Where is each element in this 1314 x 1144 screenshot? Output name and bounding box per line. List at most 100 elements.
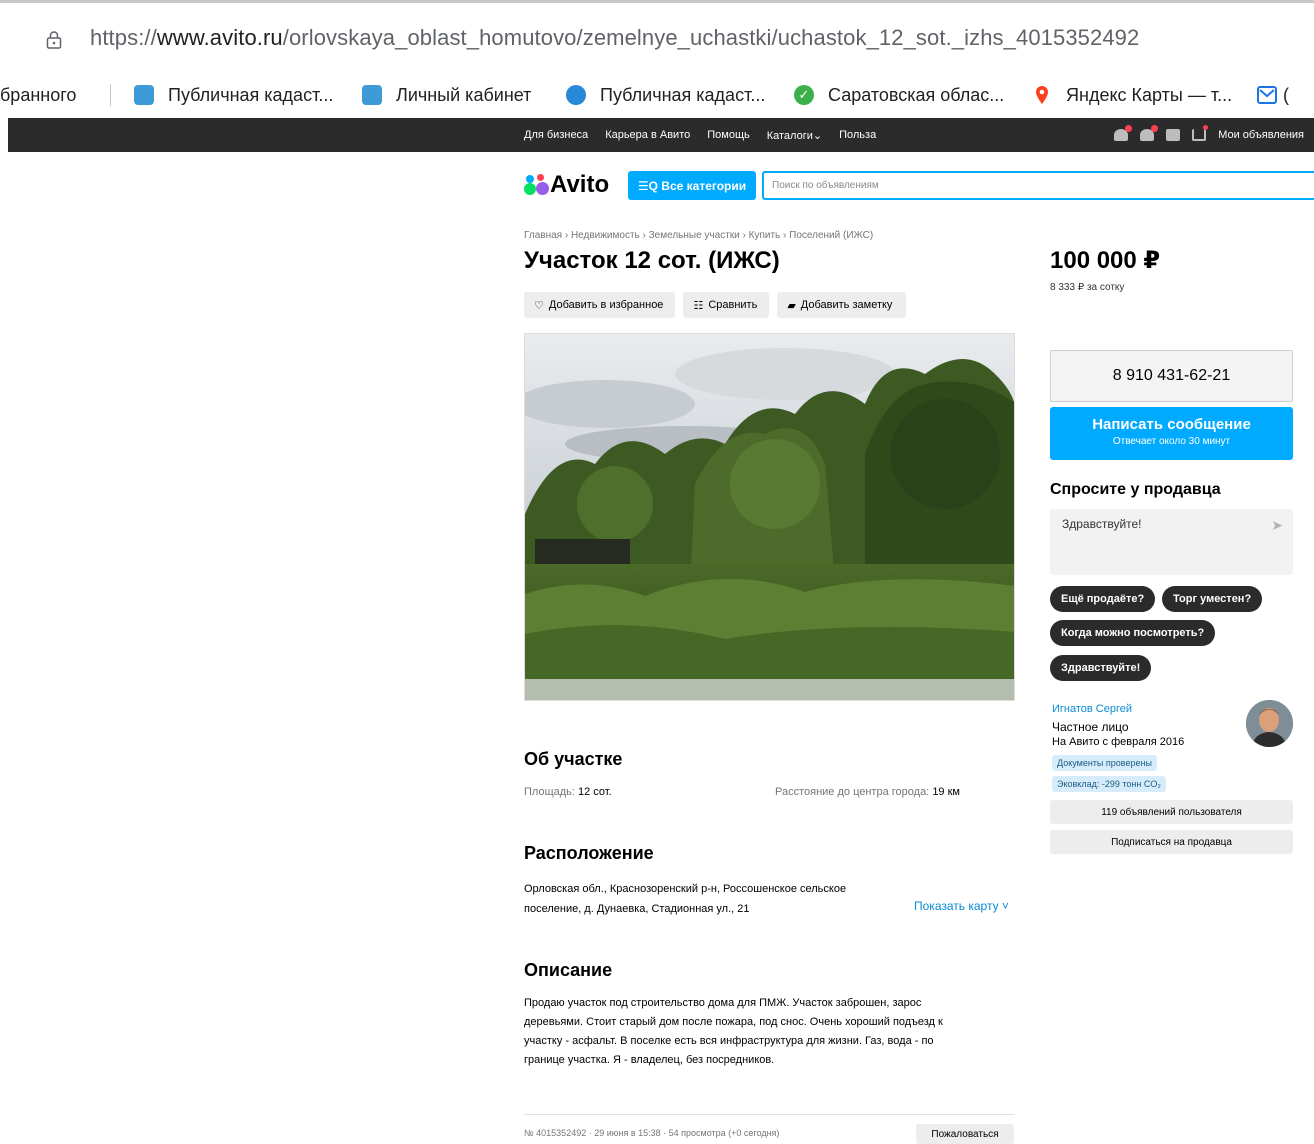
description-heading: Описание (524, 960, 613, 980)
add-to-favorites-button[interactable]: ♡ Добавить в избранное (524, 292, 676, 318)
quick-reply-bargain[interactable]: Торг уместен? (1162, 586, 1263, 612)
price-per-unit: 8 333 ₽ за сотку (1050, 282, 1125, 293)
price: 100 000 ₽ (1050, 247, 1161, 274)
landscape-photo-image (525, 334, 1014, 700)
bookmark-label: Личный кабинет (396, 84, 532, 105)
write-message-label: Написать сообщение (1092, 416, 1251, 433)
avito-logo[interactable]: Avito (524, 171, 609, 199)
response-time-label: Отвечает около 30 минут (1112, 436, 1231, 447)
address-line-1: Орловская обл., Краснозоренский р-н, Рос… (524, 883, 847, 895)
heart-icon: ♡ (534, 299, 544, 312)
bookmark-personal-cabinet[interactable]: Личный кабинет (362, 82, 531, 108)
rosreestr-icon (134, 85, 154, 105)
address: Орловская обл., Краснозоренский р-н, Рос… (524, 879, 924, 919)
all-categories-button[interactable]: ☰Q Все категории (628, 171, 756, 200)
compare-label: Сравнить (708, 299, 758, 311)
listing-meta: № 4015352492 · 29 июня в 15:38 · 54 прос… (524, 1128, 780, 1138)
note-label: Добавить заметку (800, 299, 893, 311)
nav-benefit[interactable]: Польза (839, 129, 876, 141)
add-note-button[interactable]: ▰ Добавить заметку (777, 292, 907, 318)
url-host: www.avito.ru (156, 25, 283, 50)
bookmark-label: Яндекс Карты — т... (1066, 84, 1233, 105)
house-icon (566, 85, 586, 105)
bookmark-mail[interactable]: ( (1257, 82, 1289, 108)
nav-catalogs[interactable]: Каталоги⌄ (767, 129, 822, 142)
bookmarks-bar: бранного Публичная кадаст... Личный каби… (0, 72, 1314, 118)
distance-value: 19 км (932, 786, 960, 798)
seller-avatar[interactable] (1246, 700, 1293, 747)
map-pin-icon (1036, 86, 1048, 104)
distance-label: Расстояние до центра города: (775, 786, 930, 798)
notifications-bell-icon[interactable] (1140, 125, 1159, 141)
bookmark-yandex-maps[interactable]: Яндекс Карты — т... (1032, 82, 1232, 108)
seller-type: Частное лицо (1052, 720, 1129, 734)
seller-since: На Авито с февраля 2016 (1052, 736, 1185, 748)
description-text: Продаю участок под строительство дома дл… (524, 994, 1004, 1070)
compare-button[interactable]: ☷ Сравнить (683, 292, 770, 318)
eco-contribution-badge[interactable]: Эковклад: -299 тонн CO₂ (1052, 776, 1166, 792)
check-icon: ✓ (794, 85, 814, 105)
address-line-2: поселение, д. Дунаевка, Стадионная ул., … (524, 903, 750, 915)
listing-photo[interactable] (524, 333, 1015, 701)
top-nav-user-area: Мои объявления (1114, 118, 1304, 152)
bookmark-label: Публичная кадаст... (168, 84, 334, 105)
bookmark-label: Публичная кадаст... (600, 84, 766, 105)
url-path: /orlovskaya_oblast_homutovo/zemelnye_uch… (282, 25, 1140, 50)
url-text[interactable]: https://www.avito.ru/orlovskaya_oblast_h… (90, 25, 1139, 51)
quick-reply-still-selling[interactable]: Ещё продаёте? (1050, 586, 1156, 612)
bookmark-label: Саратовская облас... (828, 84, 1005, 105)
show-map-link[interactable]: Показать карту ˅ (914, 899, 1009, 913)
area-param: Площадь: 12 сот. (524, 786, 612, 798)
seller-ads-button[interactable]: 119 объявлений пользователя (1050, 800, 1293, 824)
nav-help[interactable]: Помощь (707, 129, 750, 141)
bookmark-cadastre-2[interactable]: Публичная кадаст... (566, 82, 765, 108)
location-heading: Расположение (524, 843, 654, 863)
bookmark-cadastre-1[interactable]: Публичная кадаст... (134, 82, 333, 108)
bookmark-saratov[interactable]: ✓ Саратовская облас... (794, 82, 1004, 108)
lock-icon[interactable] (46, 31, 62, 49)
description-line: участку - асфальт. В поселке есть вся ин… (524, 1035, 934, 1047)
bookmark-folder-favorites[interactable]: бранного (0, 82, 76, 108)
footer-divider (524, 1114, 1015, 1115)
phone-button[interactable]: 8 910 431-62-21 (1050, 350, 1293, 402)
ask-seller-heading: Спросите у продавца (1050, 481, 1221, 498)
avito-top-nav: Для бизнеса Карьера в Авито Помощь Катал… (8, 118, 1314, 152)
ask-seller-draft: Здравствуйте! (1062, 517, 1142, 531)
ask-seller-input[interactable]: Здравствуйте! ➤ (1050, 509, 1293, 575)
listing-actions: ♡ Добавить в избранное ☷ Сравнить ▰ Добавит… (524, 292, 907, 318)
subscribe-seller-button[interactable]: Подписаться на продавца (1050, 830, 1293, 854)
my-ads-link[interactable]: Мои объявления (1218, 129, 1304, 141)
browser-address-bar[interactable]: https://www.avito.ru/orlovskaya_oblast_h… (0, 0, 1314, 72)
top-nav-links: Для бизнеса Карьера в Авито Помощь Катал… (524, 118, 876, 152)
about-heading: Об участке (524, 749, 623, 769)
mail-icon (1257, 86, 1277, 104)
description-line: границе участка. Я - владелец, без посре… (524, 1054, 775, 1066)
area-label: Площадь: (524, 786, 575, 798)
compare-icon: ☷ (693, 299, 704, 312)
breadcrumb[interactable]: Главная › Недвижимость › Земельные участ… (524, 230, 873, 241)
seller-name-link[interactable]: Игнатов Сергей (1052, 703, 1132, 715)
cart-icon[interactable] (1192, 125, 1209, 141)
quick-reply-when-view[interactable]: Когда можно посмотреть? (1050, 620, 1216, 646)
page-title: Участок 12 сот. (ИЖС) (524, 247, 780, 274)
distance-param: Расстояние до центра города: 19 км (775, 786, 960, 798)
report-button[interactable]: Пожаловаться (916, 1124, 1014, 1144)
documents-verified-badge: Документы проверены (1052, 755, 1157, 771)
send-icon[interactable]: ➤ (1271, 517, 1283, 534)
favorites-heart-icon[interactable] (1114, 125, 1133, 141)
description-line: деревьями. Стоит старый дом после пожара… (524, 1016, 943, 1028)
note-icon: ▰ (787, 299, 796, 312)
area-value: 12 сот. (578, 786, 612, 798)
nav-career[interactable]: Карьера в Авито (605, 129, 690, 141)
messages-chat-icon[interactable] (1166, 129, 1181, 141)
bookmark-label: бранного (0, 84, 77, 105)
nav-for-business[interactable]: Для бизнеса (524, 129, 588, 141)
seller-avatar-image (1246, 700, 1293, 747)
bookmark-separator (110, 84, 111, 106)
logo-text: Avito (550, 171, 610, 198)
write-message-button[interactable]: Написать сообщение Отвечает около 30 мин… (1050, 407, 1293, 460)
avito-logo-icon (524, 174, 549, 196)
quick-reply-hello[interactable]: Здравствуйте! (1050, 655, 1152, 681)
search-input[interactable]: Поиск по объявлениям (762, 171, 1314, 200)
url-prefix: https:// (90, 25, 157, 50)
